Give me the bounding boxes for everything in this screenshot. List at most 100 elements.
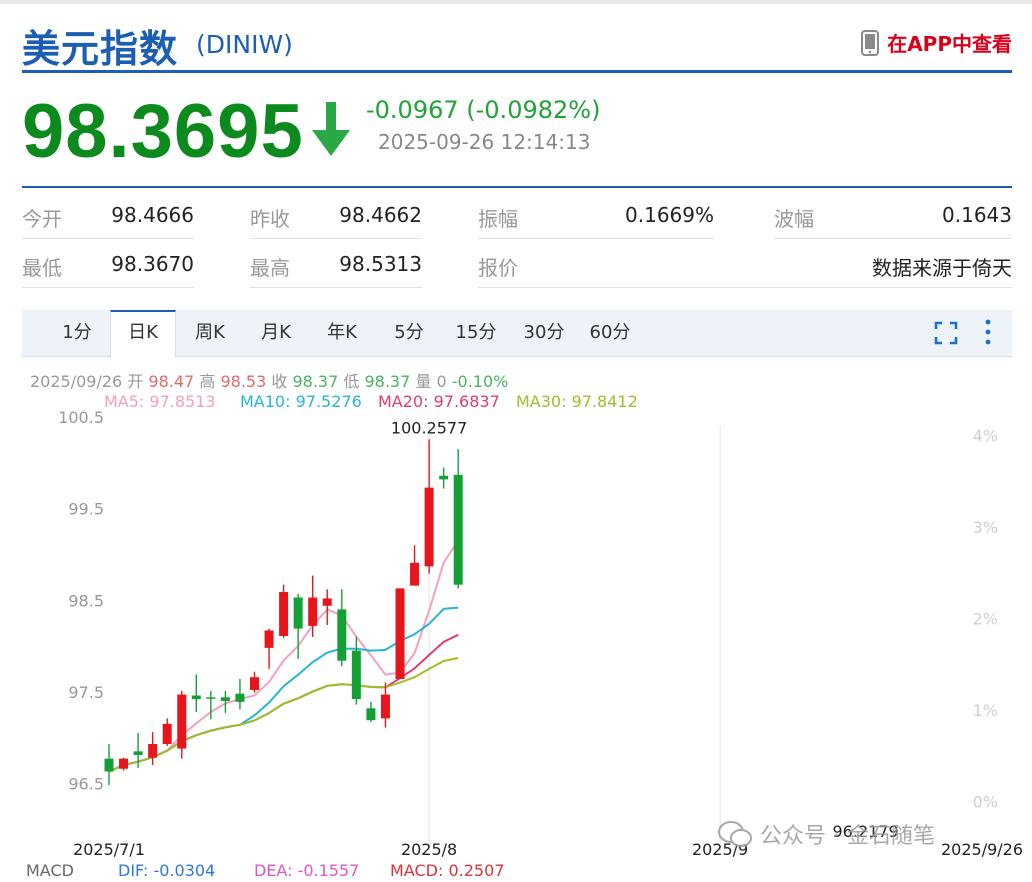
price-annotation: 100.2577 bbox=[391, 418, 467, 437]
candle-down bbox=[366, 708, 376, 721]
y-tick-label: 99.5 bbox=[68, 500, 104, 519]
candle-down bbox=[453, 474, 463, 585]
candle-down bbox=[220, 697, 230, 701]
ohlc-info-bar: 2025/09/26 开 98.47 高 98.53 收 98.37 低 98.… bbox=[30, 368, 508, 392]
info-vol-label: 量 bbox=[415, 372, 432, 391]
top-border bbox=[0, 0, 1032, 4]
stat-range-label: 波幅 bbox=[774, 207, 814, 231]
tab-15min[interactable]: 15分 bbox=[448, 310, 504, 356]
title-divider bbox=[22, 70, 1012, 73]
candle-down bbox=[351, 650, 361, 700]
candle-down bbox=[206, 697, 216, 699]
stat-quote-source: 数据来源于倚天 bbox=[872, 256, 1012, 280]
candle-down bbox=[235, 693, 245, 702]
info-low-value: 98.37 bbox=[364, 372, 411, 391]
y-tick-label: 98.5 bbox=[68, 591, 104, 610]
macd-label: MACD bbox=[26, 861, 74, 880]
watermark: 公众号 · 金石随笔 bbox=[718, 818, 935, 850]
ma5-line bbox=[108, 540, 460, 773]
stat-high-value: 98.5313 bbox=[339, 252, 422, 276]
candle-up bbox=[250, 677, 259, 690]
pct-tick-label: 4% bbox=[973, 426, 998, 445]
stats-divider bbox=[22, 238, 194, 239]
arrow-down-icon bbox=[312, 102, 350, 156]
tab-daily-k[interactable]: 日K bbox=[110, 310, 176, 357]
candle-up bbox=[177, 694, 187, 749]
stats-panel: 今开 98.4666 昨收 98.4662 振幅 0.1669% 波幅 0.16… bbox=[22, 186, 1012, 288]
x-tick-label: 2025/8 bbox=[401, 840, 457, 859]
quote-time: 2025-09-26 12:14:13 bbox=[378, 130, 591, 154]
y-tick-label: 97.5 bbox=[68, 683, 104, 702]
tab-weekly-k[interactable]: 周K bbox=[182, 310, 238, 356]
y-tick-label: 96.5 bbox=[68, 774, 104, 793]
more-options-icon[interactable] bbox=[982, 318, 994, 346]
candle-up bbox=[424, 487, 434, 567]
stat-prev-close-value: 98.4662 bbox=[339, 203, 422, 227]
info-vol-value: 0 bbox=[436, 372, 447, 391]
stat-prev-close-label: 昨收 bbox=[250, 207, 290, 231]
tab-60min[interactable]: 60分 bbox=[582, 310, 638, 356]
tab-5min[interactable]: 5分 bbox=[384, 310, 434, 356]
candle-down bbox=[439, 475, 449, 480]
stats-divider bbox=[478, 238, 714, 239]
phone-icon bbox=[861, 29, 880, 56]
open-in-app-link[interactable]: 在APP中查看 bbox=[861, 28, 1012, 57]
info-close-value: 98.37 bbox=[292, 372, 339, 391]
tab-1min[interactable]: 1分 bbox=[50, 310, 104, 356]
stats-divider bbox=[250, 238, 422, 239]
candle-up bbox=[380, 694, 390, 719]
macd-dif: DIF: -0.0304 bbox=[118, 861, 216, 880]
price-change: -0.0967 (-0.0982%) bbox=[366, 96, 601, 124]
candle-up bbox=[322, 598, 332, 606]
pct-tick-label: 3% bbox=[973, 518, 998, 537]
candle-down bbox=[191, 695, 201, 700]
stat-open-label: 今开 bbox=[22, 207, 62, 231]
x-tick-label: 2025/9/26 bbox=[941, 840, 1023, 859]
info-close-label: 收 bbox=[271, 372, 288, 391]
pct-tick-label: 2% bbox=[973, 610, 998, 629]
period-tabs: 1分 日K 周K 月K 年K 5分 15分 30分 60分 bbox=[22, 310, 1012, 357]
stat-quote-label: 报价 bbox=[478, 256, 518, 280]
macd-value: MACD: 0.2507 bbox=[390, 861, 505, 880]
symbol-code: (DINIW) bbox=[196, 30, 293, 59]
candle-down bbox=[133, 751, 143, 755]
tab-monthly-k[interactable]: 月K bbox=[248, 310, 304, 356]
info-low-label: 低 bbox=[343, 372, 360, 391]
candle-up bbox=[148, 744, 158, 758]
current-price: 98.3695 bbox=[22, 89, 304, 174]
candle-up bbox=[119, 758, 129, 769]
candle-up bbox=[308, 597, 318, 626]
stat-open-value: 98.4666 bbox=[111, 203, 194, 227]
y-tick-label: 100.5 bbox=[58, 408, 104, 427]
pct-tick-label: 0% bbox=[973, 793, 998, 812]
stat-low-label: 最低 bbox=[22, 256, 62, 280]
info-open-value: 98.47 bbox=[148, 372, 195, 391]
candle-down bbox=[104, 758, 114, 772]
tab-yearly-k[interactable]: 年K bbox=[314, 310, 370, 356]
stat-low-value: 98.3670 bbox=[111, 252, 194, 276]
candle-up bbox=[410, 562, 420, 586]
stat-range-value: 0.1643 bbox=[942, 203, 1012, 227]
stats-divider bbox=[478, 287, 1012, 288]
info-date: 2025/09/26 bbox=[30, 372, 123, 391]
candle-up bbox=[395, 588, 405, 680]
wechat-icon bbox=[718, 821, 752, 847]
page-title: 美元指数 bbox=[22, 27, 179, 71]
stats-divider bbox=[774, 238, 1012, 239]
fullscreen-icon[interactable] bbox=[934, 321, 958, 345]
stats-divider bbox=[22, 287, 194, 288]
kline-chart: 100.5 99.5 98.5 97.5 96.5 4% 3% 2% 1% 0% 2025/7/1 2… bbox=[58, 408, 1023, 859]
stats-divider bbox=[250, 287, 422, 288]
open-in-app-label: 在APP中查看 bbox=[887, 32, 1012, 56]
candle-down bbox=[337, 609, 347, 661]
x-tick-label: 2025/7/1 bbox=[73, 840, 145, 859]
candle-up bbox=[279, 592, 289, 636]
candle-down bbox=[293, 597, 303, 629]
stat-amplitude-value: 0.1669% bbox=[625, 203, 714, 227]
candle-up bbox=[162, 723, 172, 745]
info-high-label: 高 bbox=[199, 372, 216, 391]
info-high-value: 98.53 bbox=[220, 372, 267, 391]
macd-dea: DEA: -0.1557 bbox=[254, 861, 360, 880]
tab-30min[interactable]: 30分 bbox=[516, 310, 572, 356]
info-open-label: 开 bbox=[127, 372, 144, 391]
